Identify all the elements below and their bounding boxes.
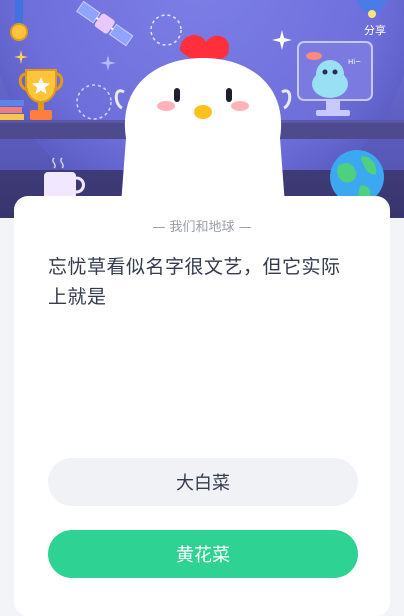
question-text: 忘忧草看似名字很文艺，但它实际上就是 xyxy=(48,256,341,308)
chicken-mascot xyxy=(114,35,292,218)
monitor-icon: Hi~ xyxy=(297,41,373,116)
quiz-card: — 我们和地球 — 忘忧草看似名字很文艺，但它实际上就是 大白菜 黄花菜 xyxy=(14,196,390,616)
answer-option-2[interactable]: 黄花菜 xyxy=(48,530,358,578)
medal-icon xyxy=(10,0,28,41)
share-button[interactable]: 分享 xyxy=(364,22,386,38)
orbit-circle-icon xyxy=(76,84,112,120)
trophy-icon xyxy=(18,69,64,120)
lamp-icon xyxy=(356,0,388,18)
svg-text:Hi~: Hi~ xyxy=(348,58,361,66)
category-label: — 我们和地球 — xyxy=(152,220,252,235)
answer-option-1[interactable]: 大白菜 xyxy=(48,458,358,506)
sparkle-icon xyxy=(14,50,28,64)
hero-illustration: Hi~ 分享 xyxy=(0,0,404,218)
